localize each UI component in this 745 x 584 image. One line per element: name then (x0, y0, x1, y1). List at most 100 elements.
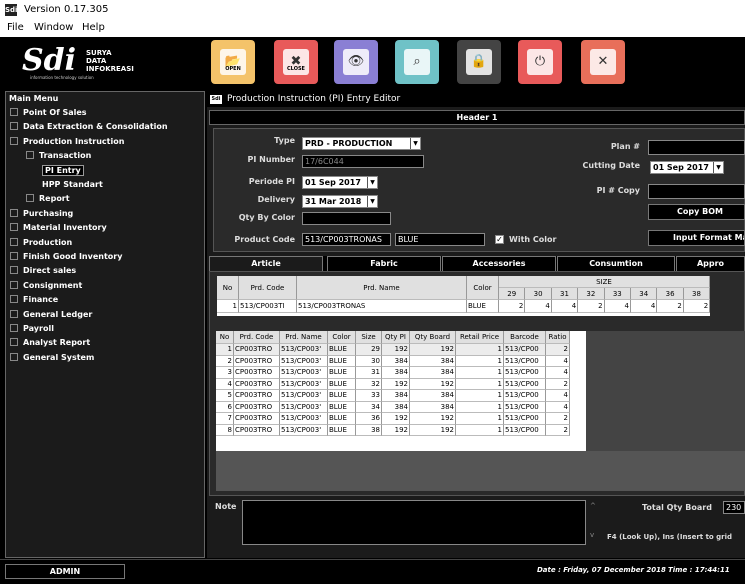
detail-header-no[interactable]: No (216, 331, 234, 344)
detail-header-barcode[interactable]: Barcode (504, 331, 546, 344)
detail-header-prd-code[interactable]: Prd. Code (234, 331, 280, 344)
expand-box-icon[interactable] (10, 237, 18, 246)
expand-box-icon[interactable] (26, 194, 34, 203)
tab-approval[interactable]: Appro (676, 256, 745, 271)
chevron-down-icon[interactable]: ▼ (410, 138, 420, 149)
detail-header-qty-pi[interactable]: Qty PI (382, 331, 410, 344)
tab-consumtion[interactable]: Consumtion (557, 256, 675, 271)
chevron-down-icon[interactable]: ▼ (713, 162, 723, 173)
sidebar-item-purchasing[interactable]: Purchasing (10, 208, 73, 223)
sidebar-item-analyst-report[interactable]: Analyst Report (10, 338, 90, 352)
chevron-down-icon[interactable]: ▼ (367, 196, 377, 207)
expand-box-icon[interactable] (10, 266, 18, 275)
preview-button[interactable]: ⌕ (395, 40, 439, 84)
sidebar-item-general-system[interactable]: General System (10, 352, 94, 367)
tab-article[interactable]: Article (209, 256, 323, 271)
sidebar-item-point-of-sales[interactable]: Point Of Sales (10, 108, 87, 122)
detail-header-size[interactable]: Size (356, 331, 382, 344)
detail-cell: 192 (382, 424, 410, 436)
detail-header-ratio[interactable]: Ratio (546, 331, 570, 344)
note-textarea[interactable] (242, 500, 586, 545)
detail-header-qty-board[interactable]: Qty Board (410, 331, 456, 344)
expand-box-icon[interactable] (10, 352, 18, 361)
expand-box-icon[interactable] (10, 208, 18, 217)
expand-box-icon[interactable] (10, 108, 18, 116)
expand-box-icon[interactable] (10, 223, 18, 232)
periode-date-picker[interactable]: 01 Sep 2017 ▼ (302, 176, 378, 189)
expand-box-icon[interactable] (10, 309, 18, 318)
with-color-checkbox[interactable]: ✓ (495, 235, 504, 244)
article-grid[interactable]: No Prd. Code Prd. Name Color SIZE 29 30 31 32 33 3… (217, 276, 711, 316)
article-header-size-col[interactable]: 30 (525, 288, 552, 300)
expand-box-icon[interactable] (10, 136, 18, 145)
close-doc-button[interactable]: ✖ CLOSE (274, 40, 318, 84)
exit-button[interactable]: ✕ (581, 40, 625, 84)
type-select[interactable]: PRD - PRODUCTION ▼ (302, 137, 421, 150)
pi-number-field[interactable]: 17/6C044 (302, 155, 424, 168)
scroll-down-icon[interactable]: v (590, 531, 594, 539)
tab-accessories[interactable]: Accessories (442, 256, 556, 271)
sidebar-item-production[interactable]: Production (10, 237, 72, 252)
article-header-size-col[interactable]: 34 (631, 288, 658, 300)
expand-box-icon[interactable] (10, 338, 18, 347)
sidebar-item-hpp-standart[interactable]: HPP Standart (42, 180, 103, 194)
pi-copy-field[interactable] (648, 184, 745, 199)
sidebar-item-data-extraction-consolidation[interactable]: Data Extraction & Consolidation (10, 122, 168, 136)
delivery-date-picker[interactable]: 31 Mar 2018 ▼ (302, 195, 378, 208)
product-code-field[interactable]: 513/CP003TRONAS (302, 233, 391, 246)
plan-field[interactable] (648, 140, 745, 155)
view-button[interactable]: 👁 (334, 40, 378, 84)
article-header-size-col[interactable]: 32 (578, 288, 605, 300)
menu-window[interactable]: Window (34, 22, 73, 33)
tab-header-1[interactable]: Header 1 (209, 110, 745, 125)
cutting-date-picker[interactable]: 01 Sep 2017 ▼ (650, 161, 724, 174)
expand-box-icon[interactable] (10, 295, 18, 304)
sidebar-item-finance[interactable]: Finance (10, 295, 58, 309)
sidebar-item-consignment[interactable]: Consignment (10, 280, 82, 295)
expand-box-icon[interactable] (26, 151, 34, 160)
detail-header-prd-name[interactable]: Prd. Name (280, 331, 328, 344)
menu-help[interactable]: Help (82, 22, 105, 33)
sidebar-item-report[interactable]: Report (26, 194, 70, 208)
chevron-down-icon[interactable]: ▼ (367, 177, 377, 188)
copy-bom-button[interactable]: Copy BOM (648, 204, 745, 220)
sidebar-item-payroll[interactable]: Payroll (10, 324, 54, 338)
article-header-size-col[interactable]: 31 (551, 288, 579, 300)
article-header-size-col[interactable]: 33 (604, 288, 631, 300)
sidebar-item-general-ledger[interactable]: General Ledger (10, 309, 92, 324)
article-header-prd-name[interactable]: Prd. Name (297, 276, 467, 300)
logo-mark: Sdi (22, 43, 77, 78)
expand-box-icon[interactable] (10, 252, 18, 260)
sidebar-item-pi-entry[interactable]: PI Entry (42, 164, 84, 180)
sidebar-item-transaction[interactable]: Transaction (26, 151, 91, 165)
expand-box-icon[interactable] (10, 280, 18, 289)
expand-box-icon[interactable] (10, 122, 18, 131)
qty-by-color-field[interactable] (302, 212, 391, 225)
detail-cell: 513/CP00 (504, 424, 546, 436)
article-header-size-col[interactable]: 38 (683, 288, 711, 300)
detail-header-color[interactable]: Color (328, 331, 356, 344)
sidebar-item-production-instruction[interactable]: Production Instruction (10, 136, 124, 151)
expand-box-icon[interactable] (10, 324, 18, 332)
sidebar-item-finish-good-inventory[interactable]: Finish Good Inventory (10, 252, 122, 266)
tab-fabric[interactable]: Fabric (327, 256, 441, 271)
open-button[interactable]: 📂 OPEN (211, 40, 255, 84)
scroll-up-icon[interactable]: ^ (590, 502, 596, 510)
menu-file[interactable]: File (7, 22, 24, 33)
sidebar-item-material-inventory[interactable]: Material Inventory (10, 223, 107, 237)
input-format-button[interactable]: Input Format Ma (648, 230, 745, 246)
article-header-color[interactable]: Color (467, 276, 499, 300)
lock-button[interactable]: 🔒 (457, 40, 501, 84)
detail-grid[interactable]: No Prd. Code Prd. Name Color Size Qty PI Qty B… (216, 331, 586, 451)
article-header-size-col[interactable]: 36 (657, 288, 684, 300)
article-header-no[interactable]: No (217, 276, 239, 300)
view-icon: 👁 (343, 49, 369, 75)
detail-header-retail-price[interactable]: Retail Price (456, 331, 504, 344)
product-color-field[interactable]: BLUE (395, 233, 485, 246)
sidebar-item-direct-sales[interactable]: Direct sales (10, 266, 76, 280)
article-header-size[interactable]: SIZE (499, 276, 710, 288)
article-header-prd-code[interactable]: Prd. Code (239, 276, 297, 300)
power-button[interactable]: ⏻ (518, 40, 562, 84)
sidebar-item-label: Finance (23, 295, 59, 305)
article-header-size-col[interactable]: 29 (499, 288, 526, 300)
